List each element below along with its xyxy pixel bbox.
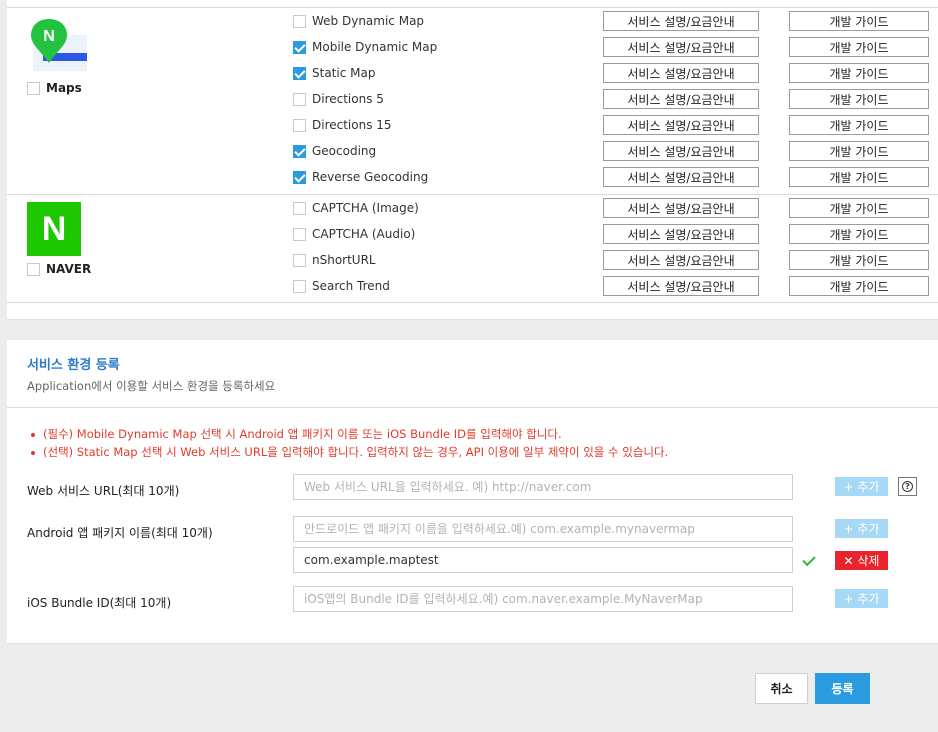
service-checkbox[interactable] — [293, 201, 306, 215]
service-row: Directions 5 서비스 설명/요금안내 개발 가이드 — [293, 89, 929, 109]
dev-guide-button[interactable]: 개발 가이드 — [789, 167, 929, 187]
service-row: Search Trend 서비스 설명/요금안내 개발 가이드 — [293, 276, 929, 296]
notice-optional: (선택) Static Map 선택 시 Web 서비스 URL을 입력해야 합… — [31, 444, 668, 460]
service-info-button[interactable]: 서비스 설명/요금안내 — [603, 224, 759, 244]
naver-group-checkbox[interactable]: NAVER — [27, 262, 91, 276]
service-row: Static Map 서비스 설명/요금안내 개발 가이드 — [293, 63, 929, 83]
naver-group-label: NAVER — [46, 262, 92, 276]
dev-guide-button[interactable]: 개발 가이드 — [789, 63, 929, 83]
maps-group-checkbox[interactable]: Maps — [27, 81, 82, 95]
service-checkbox[interactable] — [293, 40, 306, 54]
service-info-button[interactable]: 서비스 설명/요금안내 — [603, 115, 759, 135]
android-package-input[interactable] — [293, 516, 793, 542]
service-checkbox[interactable] — [293, 144, 306, 158]
help-icon: ? — [902, 481, 913, 492]
dev-guide-button[interactable]: 개발 가이드 — [789, 11, 929, 31]
ios-bundle-label: iOS Bundle ID(최대 10개) — [27, 596, 172, 610]
divider — [7, 7, 938, 8]
service-info-button[interactable]: 서비스 설명/요금안내 — [603, 63, 759, 83]
service-info-button[interactable]: 서비스 설명/요금안내 — [603, 141, 759, 161]
service-checkbox[interactable] — [293, 14, 306, 28]
service-checkbox[interactable] — [293, 118, 306, 132]
service-row: Directions 15 서비스 설명/요금안내 개발 가이드 — [293, 115, 929, 135]
divider — [7, 302, 938, 303]
help-button[interactable]: ? — [898, 477, 917, 496]
divider — [7, 194, 938, 195]
service-info-button[interactable]: 서비스 설명/요금안내 — [603, 198, 759, 218]
web-url-add-button[interactable]: + 추가 — [835, 477, 888, 496]
divider — [7, 407, 938, 408]
service-row: CAPTCHA (Audio) 서비스 설명/요금안내 개발 가이드 — [293, 224, 929, 244]
service-name: Mobile Dynamic Map — [312, 40, 438, 54]
service-row: Reverse Geocoding 서비스 설명/요금안내 개발 가이드 — [293, 167, 929, 187]
dev-guide-button[interactable]: 개발 가이드 — [789, 37, 929, 57]
service-name: CAPTCHA (Image) — [312, 201, 419, 215]
maps-group-label: Maps — [46, 81, 82, 95]
service-row: Web Dynamic Map 서비스 설명/요금안내 개발 가이드 — [293, 11, 929, 31]
service-name: Directions 5 — [312, 92, 384, 106]
bullet-icon — [31, 432, 35, 437]
dev-guide-button[interactable]: 개발 가이드 — [789, 141, 929, 161]
service-info-button[interactable]: 서비스 설명/요금안내 — [603, 250, 759, 270]
checkbox-icon[interactable] — [27, 262, 40, 276]
svg-text:N: N — [43, 28, 55, 45]
service-environment-panel: 서비스 환경 등록 Application에서 이용할 서비스 환경을 등록하세… — [7, 340, 938, 644]
service-name: Reverse Geocoding — [312, 170, 429, 184]
service-checkbox[interactable] — [293, 66, 306, 80]
bullet-icon — [31, 450, 35, 455]
service-name: Static Map — [312, 66, 376, 80]
dev-guide-button[interactable]: 개발 가이드 — [789, 276, 929, 296]
service-info-button[interactable]: 서비스 설명/요금안내 — [603, 89, 759, 109]
service-name: Geocoding — [312, 144, 377, 158]
valid-check-icon — [802, 552, 816, 567]
android-package-delete-button[interactable]: ✕ 삭제 — [835, 551, 888, 570]
web-url-input[interactable] — [293, 474, 793, 500]
service-selection-panel: N Maps Web Dynamic Map 서비스 설명/요금안내 개발 가이드 M… — [7, 0, 938, 320]
service-row: Geocoding 서비스 설명/요금안내 개발 가이드 — [293, 141, 929, 161]
android-package-entry[interactable] — [293, 547, 793, 573]
service-info-button[interactable]: 서비스 설명/요금안내 — [603, 37, 759, 57]
service-name: Search Trend — [312, 279, 390, 293]
dev-guide-button[interactable]: 개발 가이드 — [789, 224, 929, 244]
service-checkbox[interactable] — [293, 92, 306, 106]
checkbox-icon[interactable] — [27, 81, 40, 95]
service-row: Mobile Dynamic Map 서비스 설명/요금안내 개발 가이드 — [293, 37, 929, 57]
service-checkbox[interactable] — [293, 279, 306, 293]
dev-guide-button[interactable]: 개발 가이드 — [789, 115, 929, 135]
service-row: nShortURL 서비스 설명/요금안내 개발 가이드 — [293, 250, 929, 270]
android-package-label: Android 앱 패키지 이름(최대 10개) — [27, 526, 213, 540]
service-name: Directions 15 — [312, 118, 392, 132]
service-info-button[interactable]: 서비스 설명/요금안내 — [603, 11, 759, 31]
web-url-label: Web 서비스 URL(최대 10개) — [27, 484, 180, 498]
ios-bundle-add-button[interactable]: + 추가 — [835, 589, 888, 608]
notice-required: (필수) Mobile Dynamic Map 선택 시 Android 앱 패… — [31, 426, 562, 442]
dev-guide-button[interactable]: 개발 가이드 — [789, 250, 929, 270]
cancel-button[interactable]: 취소 — [755, 673, 808, 704]
section-title: 서비스 환경 등록 — [27, 358, 120, 373]
submit-button[interactable]: 등록 — [815, 673, 870, 704]
service-checkbox[interactable] — [293, 227, 306, 241]
service-info-button[interactable]: 서비스 설명/요금안내 — [603, 167, 759, 187]
service-info-button[interactable]: 서비스 설명/요금안내 — [603, 276, 759, 296]
ios-bundle-input[interactable] — [293, 586, 793, 612]
service-name: nShortURL — [312, 253, 376, 267]
dev-guide-button[interactable]: 개발 가이드 — [789, 198, 929, 218]
android-package-add-button[interactable]: + 추가 — [835, 519, 888, 538]
naver-logo-icon: N — [27, 202, 81, 256]
service-row: CAPTCHA (Image) 서비스 설명/요금안내 개발 가이드 — [293, 198, 929, 218]
section-subtitle: Application에서 이용할 서비스 환경을 등록하세요 — [27, 379, 276, 393]
service-name: CAPTCHA (Audio) — [312, 227, 416, 241]
service-checkbox[interactable] — [293, 253, 306, 267]
service-checkbox[interactable] — [293, 170, 306, 184]
service-name: Web Dynamic Map — [312, 14, 425, 28]
maps-logo-icon: N — [27, 17, 87, 77]
dev-guide-button[interactable]: 개발 가이드 — [789, 89, 929, 109]
